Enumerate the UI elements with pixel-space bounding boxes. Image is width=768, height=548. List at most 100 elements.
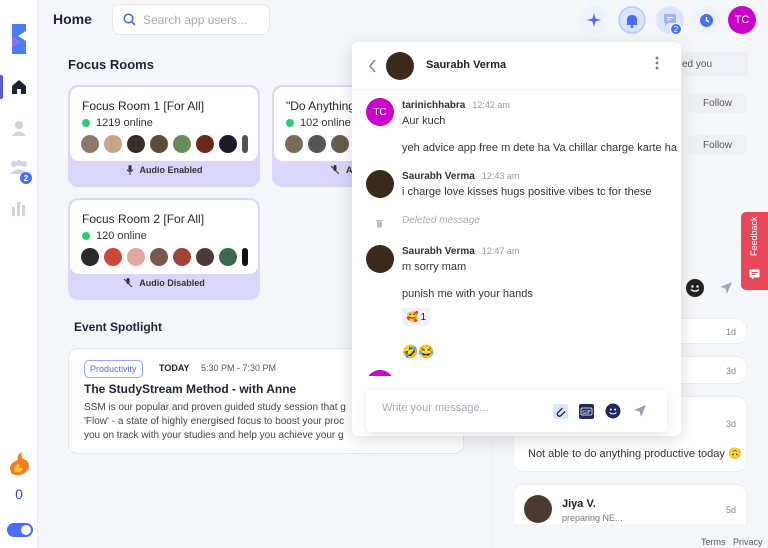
nav-home[interactable] (0, 72, 38, 102)
deleted-message: Deleted message (402, 215, 480, 226)
room-audio-status: Audio Enabled (68, 165, 260, 175)
feed-age: 1d (725, 327, 736, 337)
room-name: Focus Room 2 [For All] (82, 212, 205, 226)
participant-avatar (127, 248, 145, 266)
nav-profile[interactable] (0, 113, 38, 143)
search-input[interactable] (143, 12, 263, 27)
reaction-chip[interactable]: 🥰 1 (402, 308, 431, 326)
notifications-button[interactable] (618, 6, 646, 34)
focus-room-body: "Do Anything 102 online (274, 87, 355, 161)
message-input[interactable] (382, 402, 542, 414)
message-sender: tarinichhabra 12:42 am (402, 100, 510, 111)
participant-avatar (196, 248, 214, 266)
room-audio-status: Audio Disabled (68, 278, 260, 288)
gif-icon[interactable]: GIF (579, 404, 594, 419)
theme-toggle[interactable] (7, 523, 33, 537)
sender-avatar (366, 245, 394, 273)
room-participants (81, 248, 253, 266)
message-text: m sorry mam (402, 261, 467, 273)
event-tag: Productivity (84, 360, 143, 378)
participant-avatar (81, 135, 99, 153)
focus-room-card[interactable]: Focus Room 1 [For All] 1219 online Audio… (68, 85, 260, 187)
user-avatar[interactable]: TC (728, 6, 756, 34)
online-dot-icon (286, 119, 294, 127)
participant-avatar (150, 135, 168, 153)
room-participants (81, 135, 253, 153)
message-sender: Saurabh Verma 12:47 am (402, 246, 519, 257)
search-icon (123, 13, 136, 26)
room-online: 1219 online (82, 117, 153, 129)
room-online-count: 1219 online (96, 117, 153, 129)
room-online: 102 online (286, 117, 351, 129)
message-time: 12:47 am (481, 246, 520, 256)
chat-header: Saurabh Verma (352, 42, 681, 90)
participant-avatar (104, 248, 122, 266)
contact-name[interactable]: Saurabh Verma (426, 59, 506, 71)
message-text: yeh advice app free m dete ha Va chillar… (402, 142, 677, 154)
sender-name: Saurabh Verma (402, 171, 475, 182)
attachment-icon[interactable] (553, 404, 568, 419)
follow-button[interactable]: Follow (688, 135, 747, 155)
message-time: 12:42 am (472, 100, 510, 110)
feed-user-name[interactable]: Jiya V. (562, 498, 596, 510)
streak-fire-icon[interactable] (6, 450, 32, 476)
microphone-icon (126, 165, 133, 175)
emoji-icon[interactable] (605, 403, 621, 419)
room-name: "Do Anything (286, 99, 355, 113)
terms-link[interactable]: Terms (701, 537, 726, 547)
send-icon[interactable] (633, 404, 647, 418)
timer-button[interactable] (692, 6, 720, 34)
back-chevron-icon[interactable] (368, 59, 377, 73)
nav-groups[interactable] (0, 153, 38, 183)
participant-avatar (242, 135, 248, 153)
emoji-picker-button[interactable] (686, 279, 704, 297)
event-day: TODAY (159, 363, 190, 373)
svg-text:GIF: GIF (582, 410, 590, 416)
message-text: 🤣😂 (402, 344, 435, 359)
online-dot-icon (82, 119, 90, 127)
focus-room-card[interactable]: "Do Anything 102 online A (272, 85, 355, 187)
follow-button[interactable]: Follow (688, 93, 747, 113)
participant-avatar (331, 135, 349, 153)
activity-tab-label: ed you (682, 59, 713, 70)
contact-avatar[interactable] (386, 52, 414, 80)
ai-sparkle-button[interactable] (580, 6, 608, 34)
app-logo-icon[interactable] (9, 22, 29, 56)
message-list[interactable]: TC tarinichhabra 12:42 am Aur kuch yeh ad… (352, 94, 681, 376)
feed-age: 3d (725, 366, 736, 376)
bell-icon (626, 14, 638, 28)
activity-tab[interactable]: ed you (682, 52, 748, 76)
online-dot-icon (82, 232, 90, 240)
participant-avatar (196, 135, 214, 153)
room-participants (285, 135, 354, 153)
event-title: The StudyStream Method - with Anne (84, 382, 297, 396)
privacy-link[interactable]: Privacy (733, 537, 763, 547)
streak-count: 0 (15, 486, 23, 502)
focus-rooms-title: Focus Rooms (68, 57, 154, 72)
user-avatar-photo[interactable] (524, 495, 552, 523)
participant-avatar (150, 248, 168, 266)
feed-card[interactable]: Jiya V. preparing NE... 5d (513, 484, 747, 524)
chat-popup: Saurabh Verma TC tarinichhabra 12:42 am A… (352, 42, 681, 436)
message-composer: GIF (366, 390, 667, 432)
participant-avatar (104, 135, 122, 153)
left-rail: 2 0 (0, 0, 38, 548)
room-audio-label: Audio Disabled (139, 278, 205, 288)
more-options-icon[interactable] (655, 56, 659, 70)
room-online-count: 102 online (300, 117, 351, 129)
participant-avatar (173, 248, 191, 266)
message-text: i charge love kisses hugs positive vibes… (402, 186, 652, 198)
search-box[interactable] (112, 4, 270, 35)
room-name: Focus Room 1 [For All] (82, 99, 205, 113)
message-text: Aur kuch (402, 115, 446, 127)
feedback-label: Feedback (749, 216, 759, 256)
focus-room-card[interactable]: Focus Room 2 [For All] 120 online Audio … (68, 198, 260, 300)
clock-icon (699, 13, 713, 27)
sender-name: Saurabh Verma (402, 246, 475, 257)
send-icon[interactable] (719, 281, 733, 295)
feed-age: 3d (725, 419, 736, 429)
nav-stats[interactable] (0, 193, 38, 223)
feedback-tab[interactable]: Feedback (741, 212, 768, 290)
user-icon (12, 121, 26, 136)
sender-avatar (366, 170, 394, 198)
